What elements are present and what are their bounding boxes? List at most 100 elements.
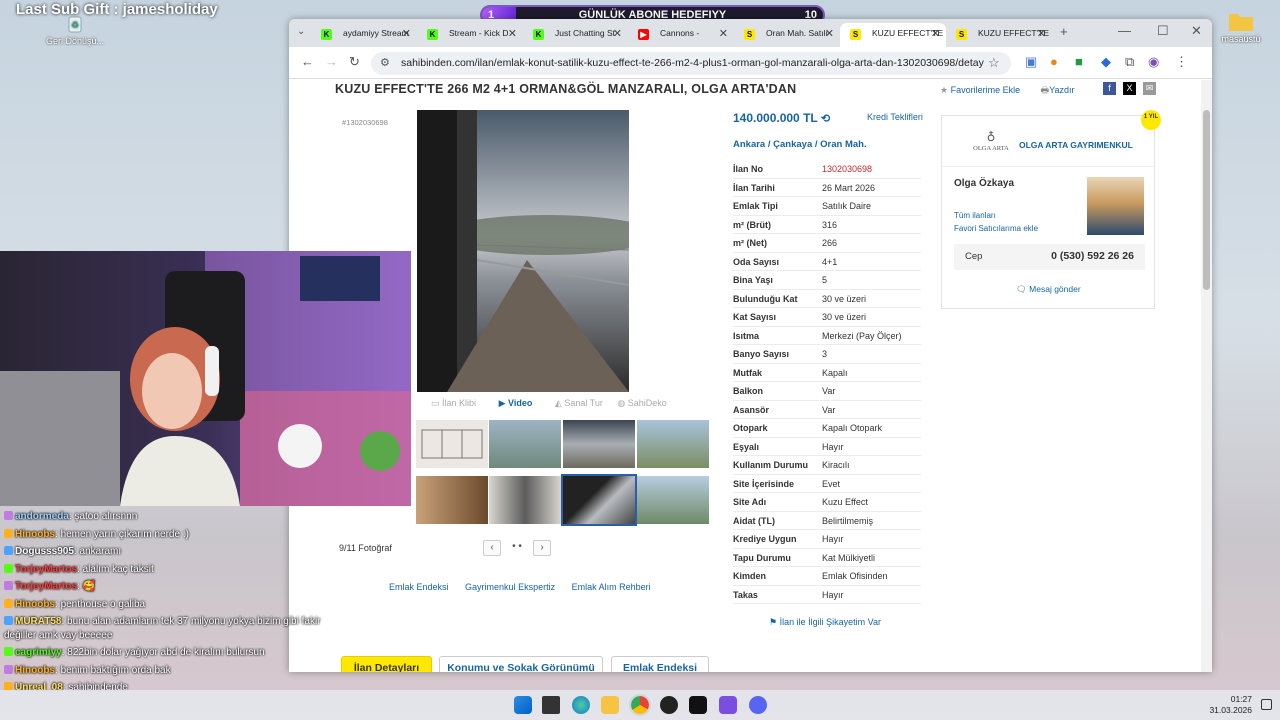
tab-sahideko[interactable]: SahiDeko [628,398,667,408]
location-district[interactable]: Çankaya [773,139,812,150]
forward-icon[interactable]: → [325,55,338,69]
start-icon[interactable] [514,696,532,714]
company-name[interactable]: OLGA ARTA GAYRIMENKUL [1019,140,1133,150]
close-tab-icon[interactable]: ✕ [719,27,728,40]
chat-username[interactable]: andormeda [15,511,69,522]
print-icon[interactable]: 🖶 [1041,85,1050,95]
tab-title: Cannons - [660,28,700,38]
chat-username[interactable]: Hinoobs [15,529,55,540]
add-favorite-link[interactable]: Favorilerime Ekle [951,85,1021,95]
close-window-icon[interactable]: ✕ [1191,24,1202,38]
chat-message: Hinoobs: penthouse o galiba [0,598,330,612]
chat-username[interactable]: Hinoobs [15,599,55,610]
tab-konum[interactable]: Konumu ve Sokak Görünümü [439,656,603,672]
close-tab-icon[interactable]: ✕ [402,27,411,40]
thumbnail[interactable] [563,420,635,468]
send-message-link[interactable]: 🗨 Mesaj gönder [1016,284,1081,295]
edge-icon[interactable] [572,696,590,714]
chat-username[interactable]: MURAT58 [15,616,61,627]
tab-search-icon[interactable]: ⌄ [297,25,305,39]
chat-message: andormeda: şatoo alırsnnn [0,510,330,524]
credit-offers-link[interactable]: Kredi Teklifleri [867,112,923,122]
site-info-icon[interactable]: ⚙ [380,56,390,70]
back-icon[interactable]: ← [301,55,314,69]
profile-avatar-icon[interactable]: ◉ [1148,55,1159,69]
link-gayrimenkul-ekspertiz[interactable]: Gayrimenkul Ekspertiz [465,582,555,592]
browser-tab[interactable]: S Oran Mah. Satılı ✕ [734,23,840,47]
thumbnail-selected[interactable] [561,474,637,526]
task-view-icon[interactable] [542,696,560,714]
next-photo-button[interactable]: › [533,540,551,556]
location-city[interactable]: Ankara [733,139,765,150]
app-purple-icon[interactable] [719,696,737,714]
chat-username[interactable]: TorjeyMartos [15,564,77,575]
detail-row: Asansör Var [733,401,921,419]
maximize-icon[interactable]: ☐ [1157,24,1169,38]
tab-sanal-tur[interactable]: Sanal Tur [564,398,603,408]
tab-ilan-klibi[interactable]: İlan Klibi [442,398,476,408]
desktop-folder-icon[interactable]: masaüstü [1211,10,1271,44]
ext-green-icon[interactable]: ■ [1075,55,1083,69]
notification-icon[interactable] [1261,699,1272,710]
file-explorer-icon[interactable] [601,696,619,714]
close-tab-icon[interactable]: ✕ [931,27,940,40]
mail-share-icon[interactable]: ✉ [1143,82,1156,95]
tab-video[interactable]: Video [508,398,532,408]
close-tab-icon[interactable]: ✕ [613,27,622,40]
link-emlak-alim-rehberi[interactable]: Emlak Alım Rehberi [572,582,651,592]
close-tab-icon[interactable]: ✕ [508,27,517,40]
browser-tab[interactable]: ▶ Cannons - ✕ [628,23,734,47]
translate-ext-icon[interactable]: ▣ [1025,55,1037,69]
chat-username[interactable]: cagrimiyy [15,647,62,658]
bookmark-star-icon[interactable]: ☆ [988,56,1000,70]
chat-username[interactable]: Hinoobs [15,665,55,676]
ext-orange-icon[interactable]: ● [1050,55,1058,69]
chrome-icon[interactable] [629,694,651,716]
obs-icon[interactable] [660,696,678,714]
price-history-icon[interactable]: ⟲ [821,113,830,125]
company-logo[interactable]: ♁ OLGA ARTA [966,130,1016,152]
browser-tab[interactable]: S KUZU EFFECT'TE ✕ [946,23,1052,47]
close-tab-icon[interactable]: ✕ [1037,27,1046,40]
scrollbar-thumb[interactable] [1203,110,1210,290]
prev-photo-button[interactable]: ‹ [483,540,501,556]
x-share-icon[interactable]: X [1123,82,1136,95]
thumbnail[interactable] [637,420,709,468]
main-photo[interactable] [417,110,629,392]
kick-app-icon[interactable] [689,696,707,714]
minimize-icon[interactable]: — [1118,24,1131,38]
print-link[interactable]: Yazdır [1049,85,1074,95]
complaint-link[interactable]: ⚑ İlan ile İlgili Şikayetim Var [769,617,881,628]
all-listings-link[interactable]: Tüm ilanları [954,211,996,220]
system-clock[interactable]: 01:27 31.03.2026 [1209,694,1252,716]
close-tab-icon[interactable]: ✕ [825,27,834,40]
browser-tab[interactable]: Kaydamiyy Stream ✕ [311,23,417,47]
ext-blue-icon[interactable]: ◆ [1101,55,1111,69]
thumbnail[interactable] [489,476,561,524]
chat-username[interactable]: Dogusss905 [15,546,74,557]
browser-tab[interactable]: S KUZU EFFECT'TE ✕ [840,23,946,47]
discord-icon[interactable] [749,696,767,714]
favorite-star-icon[interactable]: ★ [940,85,951,95]
address-bar[interactable]: ⚙ sahibinden.com/ilan/emlak-konut-satili… [371,52,1011,75]
extensions-icon[interactable]: ⧉ [1125,55,1134,69]
thumbnail[interactable] [416,420,488,468]
chat-username[interactable]: TorjeyMartos [15,581,77,592]
facebook-share-icon[interactable]: f [1103,82,1116,95]
browser-tab[interactable]: K Stream - Kick D ✕ [417,23,523,47]
menu-icon[interactable]: ⋮ [1175,55,1188,69]
tab-emlak-endeksi[interactable]: Emlak Endeksi [611,656,709,672]
detail-value: 4+1 [822,256,838,267]
thumbnail[interactable] [637,476,709,524]
location-neighborhood[interactable]: Oran Mah. [820,139,866,150]
new-tab-icon[interactable]: + [1060,25,1068,39]
add-favorite-seller-link[interactable]: Favori Satıcılarıma ekle [954,224,1038,233]
thumbnail[interactable] [416,476,488,524]
reload-icon[interactable]: ↻ [349,55,360,69]
browser-tab[interactable]: K Just Chatting St ✕ [523,23,628,47]
page-scrollbar[interactable] [1201,80,1212,672]
link-emlak-endeksi[interactable]: Emlak Endeksi [389,582,449,592]
thumbnail[interactable] [489,420,561,468]
tab-ilan-detaylari[interactable]: İlan Detayları [341,656,432,672]
phone-number[interactable]: 0 (530) 592 26 26 [1051,250,1134,262]
